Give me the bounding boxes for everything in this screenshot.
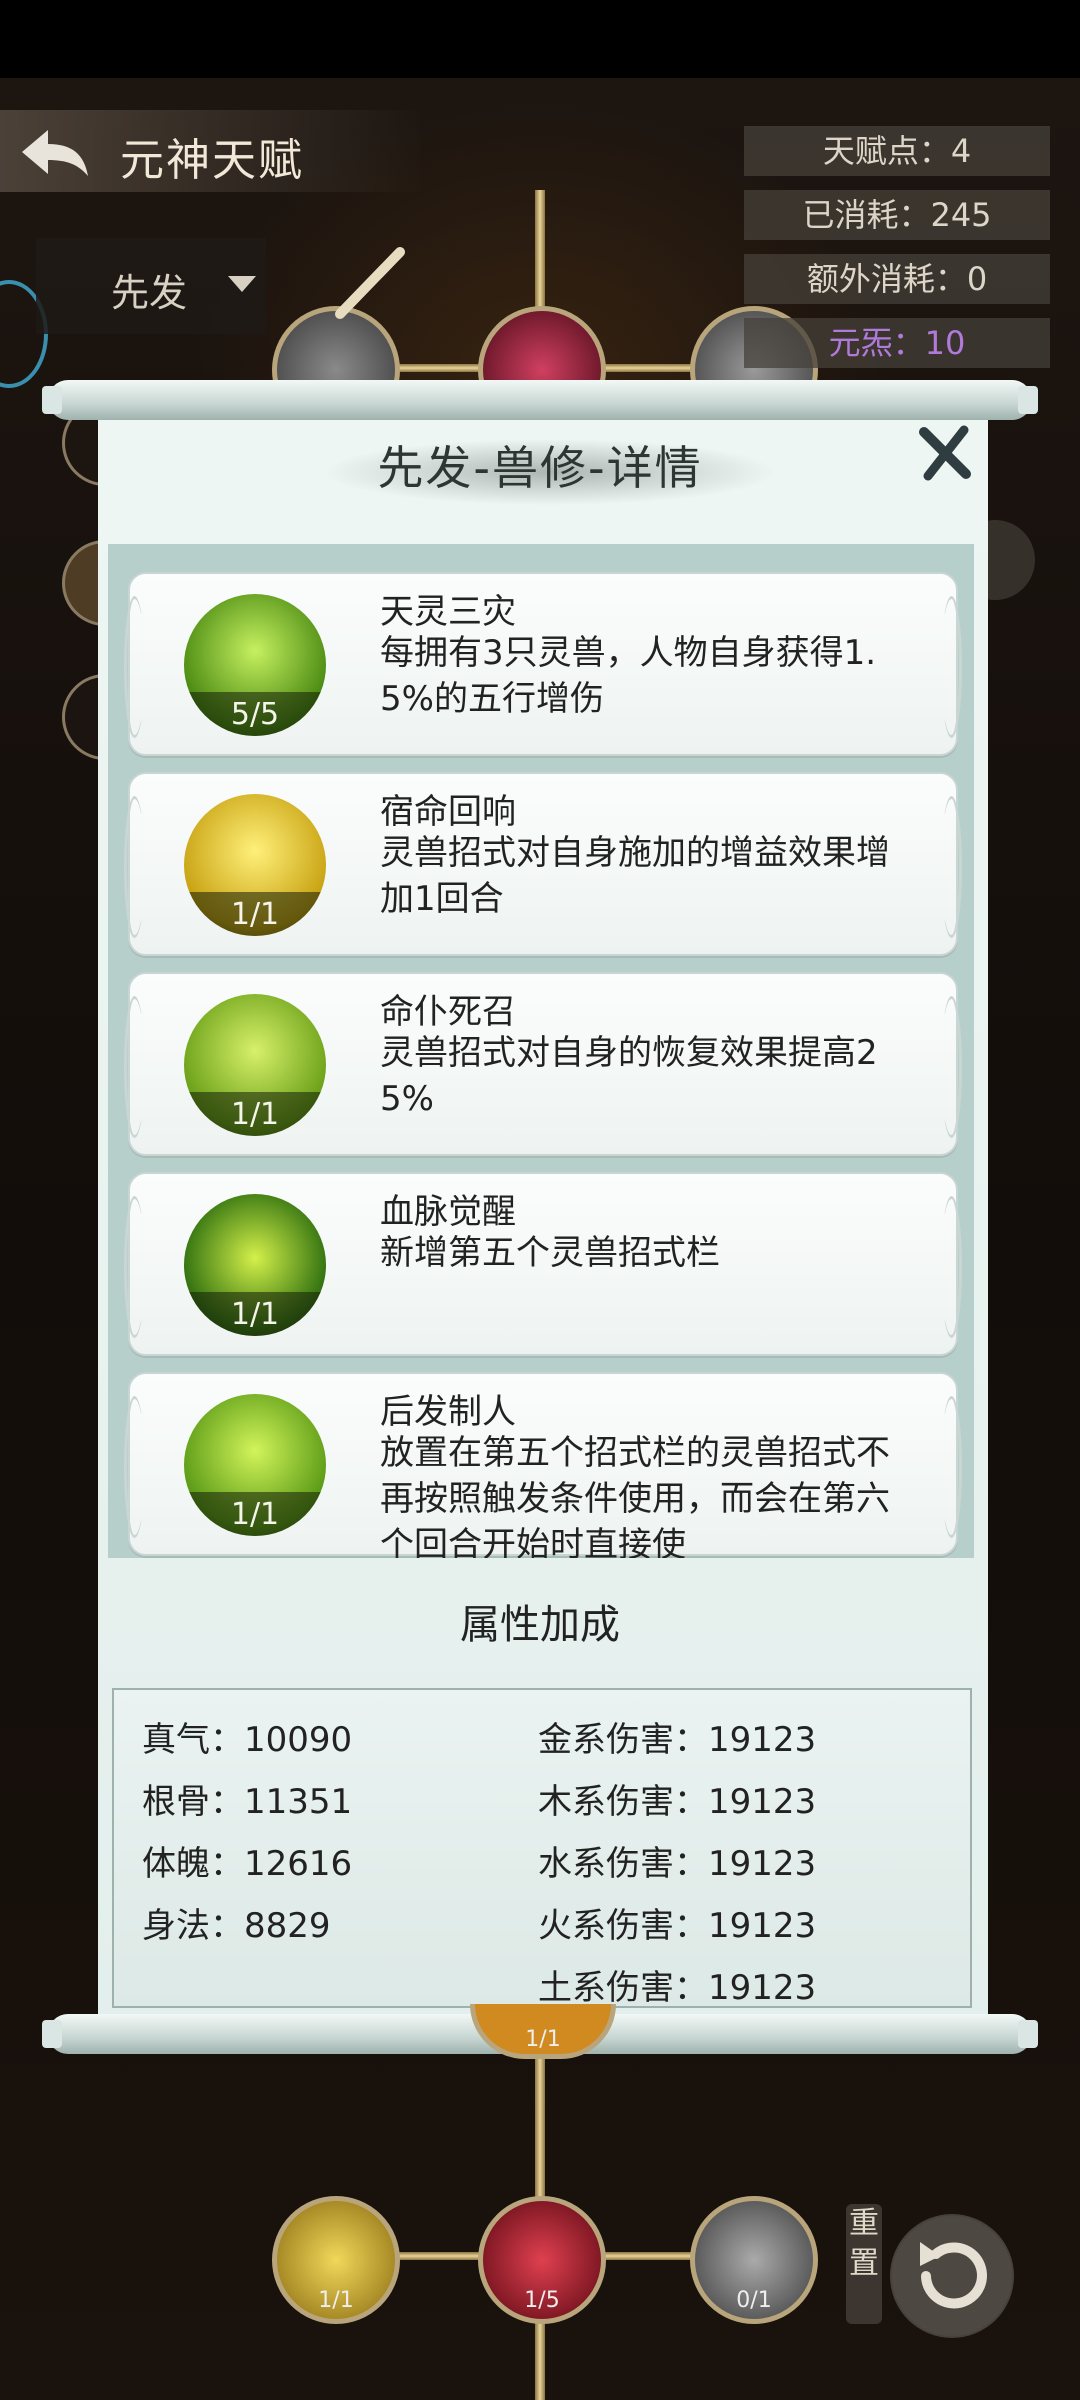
skill-icon: 5/5 <box>184 594 326 736</box>
attr-value: 根骨：11351 <box>142 1782 353 1822</box>
talent-node[interactable]: 1/1 <box>470 2004 616 2059</box>
skill-name: 天灵三灾 <box>380 592 516 632</box>
skill-card[interactable]: 1/1 命仆死召 灵兽招式对自身的恢复效果提高25% <box>124 972 962 1156</box>
skill-icon: 1/1 <box>184 1194 326 1336</box>
attr-value: 金系伤害：19123 <box>538 1720 817 1760</box>
element-stat: 元炁：10 <box>744 318 1050 368</box>
talent-node[interactable]: 0/1 <box>690 2196 818 2324</box>
page-title: 元神天赋 <box>120 135 304 186</box>
node-count: 1/5 <box>524 2288 560 2313</box>
skill-level: 1/1 <box>230 897 280 932</box>
skill-name: 宿命回响 <box>380 792 516 832</box>
skill-list[interactable]: 5/5 天灵三灾 每拥有3只灵兽，人物自身获得1.5%的五行增伤 1/1 宿命回… <box>108 544 974 1558</box>
attr-section-title: 属性加成 <box>460 1602 620 1648</box>
skill-icon: 1/1 <box>184 994 326 1136</box>
filter-dropdown[interactable]: 先发 <box>36 238 266 334</box>
skill-level: 5/5 <box>230 697 280 732</box>
filter-label: 先发 <box>111 271 188 315</box>
skill-level: 1/1 <box>230 1497 280 1532</box>
skill-card[interactable]: 5/5 天灵三灾 每拥有3只灵兽，人物自身获得1.5%的五行增伤 <box>124 572 962 756</box>
extra-consumed-stat: 额外消耗：0 <box>744 254 1050 304</box>
skill-card[interactable]: 1/1 血脉觉醒 新增第五个灵兽招式栏 <box>124 1172 962 1356</box>
skill-name: 血脉觉醒 <box>380 1192 516 1232</box>
attr-panel: 真气：10090 根骨：11351 体魄：12616 身法：8829 金系伤害：… <box>112 1688 972 2008</box>
skill-name: 命仆死召 <box>380 992 516 1032</box>
talent-points-stat: 天赋点：4 <box>744 126 1050 176</box>
attr-value: 土系伤害：19123 <box>538 1968 817 2008</box>
skill-desc: 灵兽招式对自身的恢复效果提高25% <box>380 1033 878 1119</box>
brush-icon <box>335 247 405 319</box>
consumed-stat: 已消耗：245 <box>744 190 1050 240</box>
node-count: 0/1 <box>736 2288 772 2313</box>
skill-icon: 1/1 <box>184 794 326 936</box>
skill-card[interactable]: 1/1 宿命回响 灵兽招式对自身施加的增益效果增加1回合 <box>124 772 962 956</box>
scroll-rod-top <box>42 380 1038 420</box>
skill-desc: 每拥有3只灵兽，人物自身获得1.5%的五行增伤 <box>380 633 877 719</box>
skill-card[interactable]: 1/1 后发制人 放置在第五个招式栏的灵兽招式不再按照触发条件使用，而会在第六个… <box>124 1372 962 1558</box>
attr-value: 火系伤害：19123 <box>538 1906 817 1946</box>
skill-level: 1/1 <box>230 1297 280 1332</box>
skill-desc: 新增第五个灵兽招式栏 <box>380 1233 720 1273</box>
close-icon[interactable] <box>914 424 974 484</box>
talent-node[interactable]: 1/5 <box>478 2196 606 2324</box>
skill-level: 1/1 <box>230 1097 280 1132</box>
reset-label[interactable]: 重置 <box>846 2204 882 2324</box>
attr-value: 木系伤害：19123 <box>538 1782 817 1822</box>
chevron-down-icon <box>228 276 256 292</box>
node-count: 1/1 <box>318 2288 354 2313</box>
attr-value: 水系伤害：19123 <box>538 1844 817 1884</box>
node-count: 1/1 <box>525 2027 561 2052</box>
back-arrow-icon[interactable] <box>14 124 94 180</box>
reset-icon[interactable] <box>890 2214 1014 2338</box>
attr-value: 身法：8829 <box>142 1906 331 1946</box>
attr-value: 体魄：12616 <box>142 1844 353 1884</box>
skill-desc: 放置在第五个招式栏的灵兽招式不再按照触发条件使用，而会在第六个回合开始时直接使 <box>380 1433 890 1558</box>
talent-node[interactable]: 1/1 <box>272 2196 400 2324</box>
skill-name: 后发制人 <box>380 1392 516 1432</box>
attr-value: 真气：10090 <box>142 1720 353 1760</box>
skill-icon: 1/1 <box>184 1394 326 1536</box>
skill-desc: 灵兽招式对自身施加的增益效果增加1回合 <box>380 833 890 919</box>
